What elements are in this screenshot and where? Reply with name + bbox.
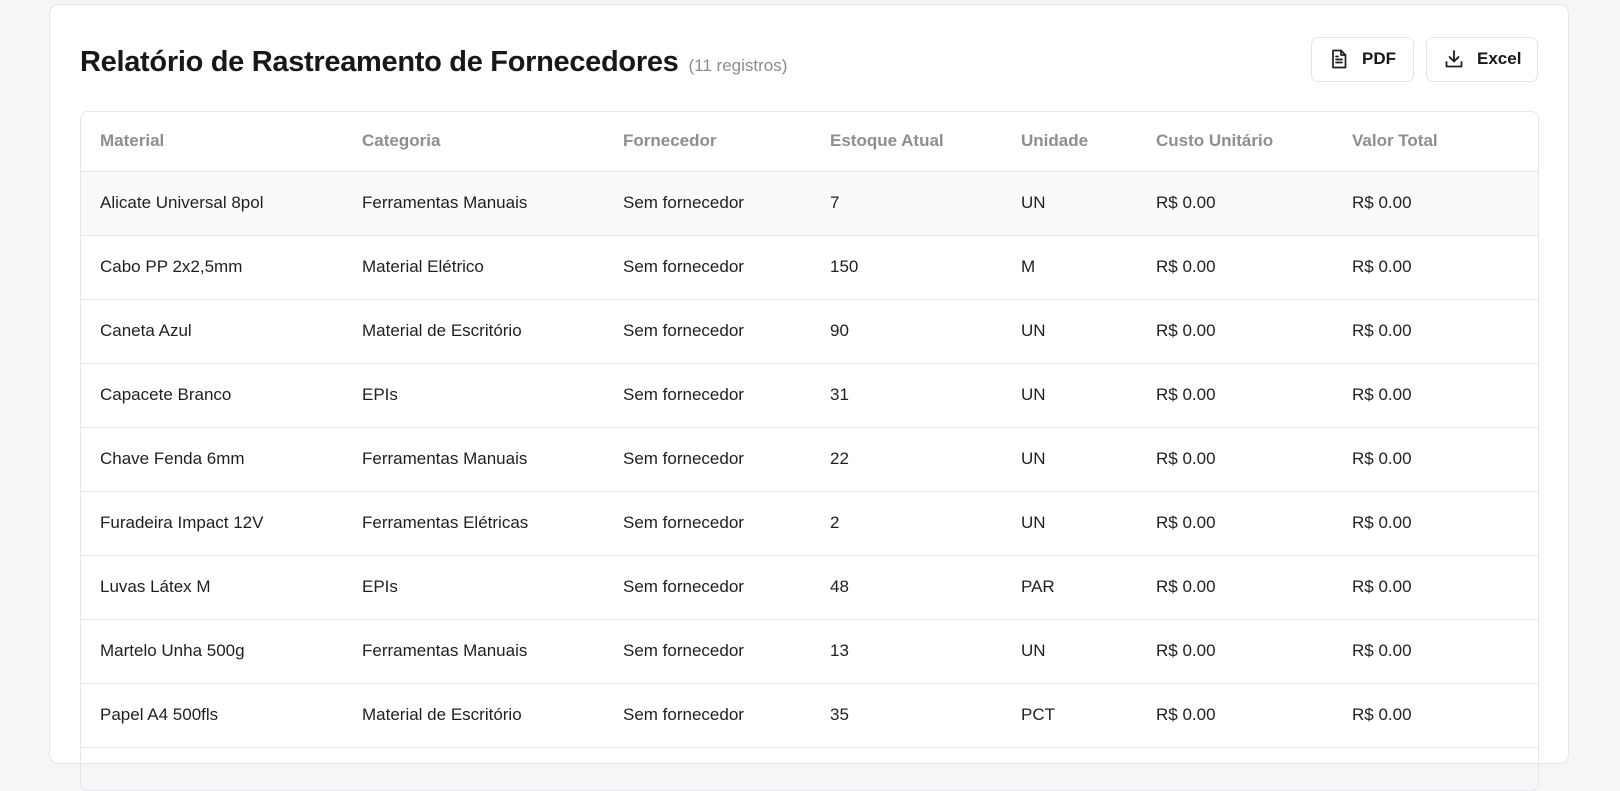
column-header-unidade[interactable]: Unidade <box>1002 112 1137 172</box>
table-row[interactable]: Alicate Universal 8pol Ferramentas Manuai… <box>81 171 1538 236</box>
cell-valor-total: R$ 0.00 <box>1333 555 1538 620</box>
cell-valor-total: R$ 0.00 <box>1333 619 1538 684</box>
cell-fornecedor: Sem fornecedor <box>604 363 811 428</box>
column-header-categoria[interactable]: Categoria <box>343 112 604 172</box>
cell-valor-total: R$ 0.00 <box>1333 427 1538 492</box>
cell-estoque-atual: 22 <box>811 427 1002 492</box>
supplier-table-container: Material Categoria Fornecedor Estoque At… <box>80 111 1539 791</box>
cell-categoria: Material de Escritório <box>343 683 604 748</box>
cell-estoque-atual: 90 <box>811 299 1002 364</box>
cell-categoria: Ferramentas Manuais <box>343 171 604 236</box>
cell-estoque-atual: 35 <box>811 683 1002 748</box>
cell-fornecedor: Sem fornecedor <box>604 555 811 620</box>
export-actions: PDF Excel <box>1311 36 1538 82</box>
table-body: Alicate Universal 8pol Ferramentas Manuai… <box>81 171 1538 748</box>
cell-material: Luvas Látex M <box>81 555 343 620</box>
cell-fornecedor: Sem fornecedor <box>604 427 811 492</box>
cell-unidade: UN <box>1002 427 1137 492</box>
cell-valor-total: R$ 0.00 <box>1333 235 1538 300</box>
cell-material: Cabo PP 2x2,5mm <box>81 235 343 300</box>
cell-material: Martelo Unha 500g <box>81 619 343 684</box>
cell-estoque-atual: 31 <box>811 363 1002 428</box>
table-header-row: Material Categoria Fornecedor Estoque At… <box>81 112 1538 172</box>
cell-unidade: UN <box>1002 491 1137 556</box>
cell-custo-unitario: R$ 0.00 <box>1137 235 1333 300</box>
cell-custo-unitario: R$ 0.00 <box>1137 299 1333 364</box>
column-header-material[interactable]: Material <box>81 112 343 172</box>
cell-categoria: EPIs <box>343 555 604 620</box>
cell-categoria: Ferramentas Manuais <box>343 619 604 684</box>
file-text-icon <box>1328 48 1350 70</box>
column-header-fornecedor[interactable]: Fornecedor <box>604 112 811 172</box>
cell-fornecedor: Sem fornecedor <box>604 299 811 364</box>
cell-unidade: UN <box>1002 171 1137 236</box>
column-header-custo-unitario[interactable]: Custo Unitário <box>1137 112 1333 172</box>
table-row[interactable]: Luvas Látex M EPIs Sem fornecedor 48 PAR R$ 0… <box>81 555 1538 620</box>
cell-material: Capacete Branco <box>81 363 343 428</box>
cell-custo-unitario: R$ 0.00 <box>1137 427 1333 492</box>
title-group: Relatório de Rastreamento de Fornecedore… <box>80 40 787 79</box>
cell-estoque-atual: 2 <box>811 491 1002 556</box>
table-row[interactable]: Martelo Unha 500g Ferramentas Manuais Sem … <box>81 619 1538 684</box>
cell-valor-total: R$ 0.00 <box>1333 171 1538 236</box>
cell-valor-total: R$ 0.00 <box>1333 491 1538 556</box>
cell-fornecedor: Sem fornecedor <box>604 491 811 556</box>
cell-categoria: Material Elétrico <box>343 235 604 300</box>
report-header: Relatório de Rastreamento de Fornecedore… <box>80 35 1538 83</box>
column-header-estoque-atual[interactable]: Estoque Atual <box>811 112 1002 172</box>
cell-unidade: PAR <box>1002 555 1137 620</box>
cell-fornecedor: Sem fornecedor <box>604 171 811 236</box>
cell-valor-total: R$ 0.00 <box>1333 363 1538 428</box>
cell-custo-unitario: R$ 0.00 <box>1137 619 1333 684</box>
table-row[interactable]: Papel A4 500fls Material de Escritório Sem… <box>81 683 1538 748</box>
cell-categoria: Material de Escritório <box>343 299 604 364</box>
page-title: Relatório de Rastreamento de Fornecedore… <box>80 45 679 78</box>
cell-custo-unitario: R$ 0.00 <box>1137 683 1333 748</box>
cell-unidade: UN <box>1002 619 1137 684</box>
export-pdf-button[interactable]: PDF <box>1311 36 1414 82</box>
cell-valor-total: R$ 0.00 <box>1333 299 1538 364</box>
cell-fornecedor: Sem fornecedor <box>604 619 811 684</box>
table-row[interactable]: Cabo PP 2x2,5mm Material Elétrico Sem forn… <box>81 235 1538 300</box>
export-excel-label: Excel <box>1477 49 1522 68</box>
cell-custo-unitario: R$ 0.00 <box>1137 171 1333 236</box>
cell-categoria: Ferramentas Elétricas <box>343 491 604 556</box>
cell-material: Caneta Azul <box>81 299 343 364</box>
cell-material: Papel A4 500fls <box>81 683 343 748</box>
cell-material: Alicate Universal 8pol <box>81 171 343 236</box>
export-excel-button[interactable]: Excel <box>1426 36 1538 82</box>
report-card: Relatório de Rastreamento de Fornecedore… <box>49 4 1569 791</box>
cell-categoria: Ferramentas Manuais <box>343 427 604 492</box>
cell-unidade: PCT <box>1002 683 1137 748</box>
cell-unidade: M <box>1002 235 1137 300</box>
cell-estoque-atual: 48 <box>811 555 1002 620</box>
cell-categoria: EPIs <box>343 363 604 428</box>
cell-fornecedor: Sem fornecedor <box>604 235 811 300</box>
cell-unidade: UN <box>1002 299 1137 364</box>
table-row[interactable]: Caneta Azul Material de Escritório Sem for… <box>81 299 1538 364</box>
cell-valor-total: R$ 0.00 <box>1333 683 1538 748</box>
cell-custo-unitario: R$ 0.00 <box>1137 555 1333 620</box>
column-header-valor-total[interactable]: Valor Total <box>1333 112 1538 172</box>
cell-material: Chave Fenda 6mm <box>81 427 343 492</box>
cell-material: Furadeira Impact 12V <box>81 491 343 556</box>
download-icon <box>1443 48 1465 70</box>
cell-estoque-atual: 13 <box>811 619 1002 684</box>
cell-estoque-atual: 150 <box>811 235 1002 300</box>
table-row[interactable]: Chave Fenda 6mm Ferramentas Manuais Sem fo… <box>81 427 1538 492</box>
cell-estoque-atual: 7 <box>811 171 1002 236</box>
record-count: (11 registros) <box>688 55 788 75</box>
cell-custo-unitario: R$ 0.00 <box>1137 363 1333 428</box>
cell-unidade: UN <box>1002 363 1137 428</box>
export-pdf-label: PDF <box>1362 49 1396 68</box>
table-row[interactable]: Capacete Branco EPIs Sem fornecedor 31 UN R$ … <box>81 363 1538 428</box>
cell-fornecedor: Sem fornecedor <box>604 683 811 748</box>
table-row[interactable]: Furadeira Impact 12V Ferramentas Elétrica… <box>81 491 1538 556</box>
supplier-table: Material Categoria Fornecedor Estoque At… <box>81 112 1538 748</box>
cell-custo-unitario: R$ 0.00 <box>1137 491 1333 556</box>
